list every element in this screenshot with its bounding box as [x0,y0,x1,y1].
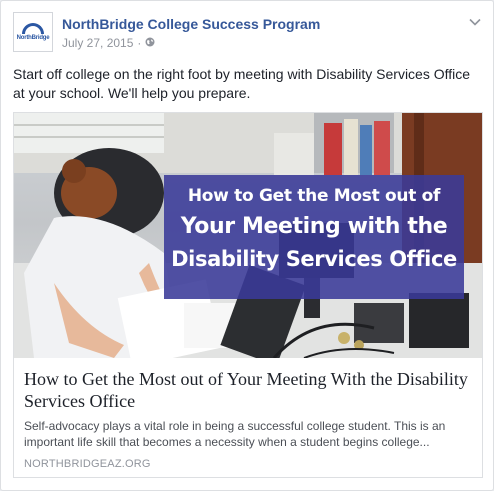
banner-line-2: Your Meeting with the [180,214,448,239]
chevron-down-icon[interactable] [467,14,483,30]
link-image[interactable]: How to Get the Most out of Your Meeting … [14,113,482,358]
link-domain: NORTHBRIDGEAZ.ORG [24,458,151,470]
page-name-link[interactable]: NorthBridge College Success Program [62,16,320,32]
link-description: Self-advocacy plays a vital role in bein… [24,419,446,449]
post-meta: July 27, 2015 · [62,36,155,50]
banner-line-3: Disability Services Office [171,247,457,271]
post-header: NorthBridge NorthBridge College Success … [13,12,483,56]
link-attachment[interactable]: How to Get the Most out of Your Meeting … [13,112,483,478]
image-banner-text: How to Get the Most out of Your Meeting … [164,181,464,275]
globe-icon[interactable] [145,36,155,50]
meta-separator: · [137,36,142,50]
link-body: How to Get the Most out of Your Meeting … [24,368,472,470]
post-date[interactable]: July 27, 2015 [62,36,133,50]
banner-line-1: How to Get the Most out of [187,186,441,206]
avatar[interactable]: NorthBridge [13,12,53,52]
post-card: NorthBridge NorthBridge College Success … [0,0,494,491]
bridge-logo-icon [22,23,44,34]
link-title[interactable]: How to Get the Most out of Your Meeting … [24,368,472,412]
post-message: Start off college on the right foot by m… [13,66,471,101]
avatar-logo-text: NorthBridge [16,35,50,41]
